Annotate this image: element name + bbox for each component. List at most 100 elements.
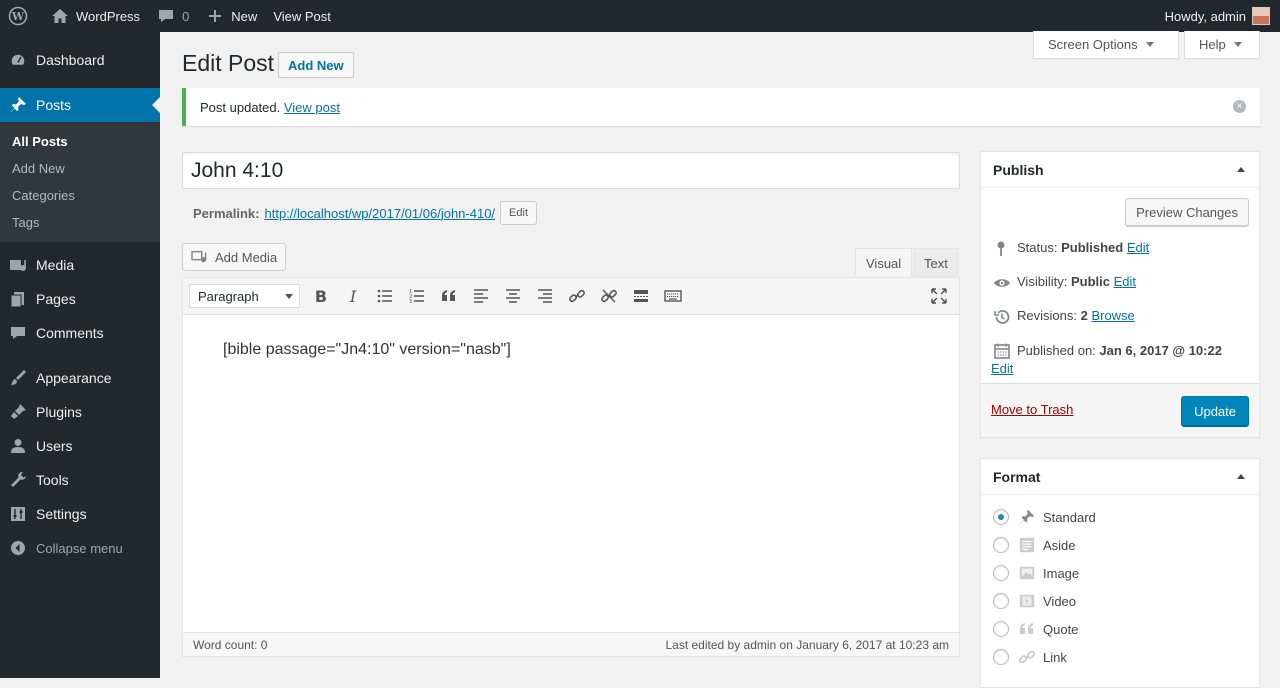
view-post-link[interactable]: View Post xyxy=(265,0,339,32)
screen-options-tab[interactable]: Screen Options xyxy=(1033,31,1179,59)
submenu-tags[interactable]: Tags xyxy=(0,209,160,236)
format-radio-standard[interactable] xyxy=(993,509,1009,525)
menu-pages[interactable]: Pages xyxy=(0,282,160,316)
image-icon xyxy=(1017,564,1037,582)
menu-settings[interactable]: Settings xyxy=(0,497,160,531)
preview-changes-button[interactable]: Preview Changes xyxy=(1125,198,1249,226)
add-media-button[interactable]: Add Media xyxy=(182,243,287,271)
menu-tools-label: Tools xyxy=(36,472,69,488)
read-more-button[interactable] xyxy=(625,281,657,311)
dismiss-icon[interactable]: × xyxy=(1233,100,1246,113)
publish-heading[interactable]: Publish xyxy=(981,152,1259,188)
my-account-menu[interactable]: Howdy, admin xyxy=(1157,0,1280,32)
menu-plugins[interactable]: Plugins xyxy=(0,395,160,429)
collapse-toggle-icon[interactable] xyxy=(1237,474,1245,479)
format-option-image[interactable]: Image xyxy=(993,564,1079,582)
calendar-icon xyxy=(994,343,1010,359)
posts-submenu: All Posts Add New Categories Tags xyxy=(0,122,160,242)
collapse-menu-button[interactable]: Collapse menu xyxy=(0,531,160,565)
format-option-link[interactable]: Link xyxy=(993,648,1067,666)
format-select[interactable]: Paragraph xyxy=(189,284,300,308)
site-name-menu[interactable]: WordPress xyxy=(42,0,148,32)
align-center-button[interactable] xyxy=(497,281,529,311)
move-to-trash-link[interactable]: Move to Trash xyxy=(991,402,1073,417)
users-icon xyxy=(11,439,25,453)
format-radio-image[interactable] xyxy=(993,565,1009,581)
align-right-icon xyxy=(538,289,552,303)
menu-comments[interactable]: Comments xyxy=(0,316,160,350)
menu-dashboard[interactable]: Dashboard xyxy=(0,32,160,88)
pushpin-icon xyxy=(1017,508,1037,526)
submenu-add-new[interactable]: Add New xyxy=(0,155,160,182)
menu-posts[interactable]: Posts xyxy=(0,88,160,122)
numbered-list-icon: 123 xyxy=(409,289,424,305)
menu-appearance[interactable]: Appearance xyxy=(0,361,160,395)
revisions-row: Revisions: 2 Browse xyxy=(981,308,1147,326)
remove-link-button[interactable] xyxy=(593,281,625,311)
format-option-standard[interactable]: Standard xyxy=(993,508,1096,526)
align-left-button[interactable] xyxy=(465,281,497,311)
format-option-video[interactable]: Video xyxy=(993,592,1076,610)
bullet-list-button[interactable] xyxy=(369,281,401,311)
format-heading[interactable]: Format xyxy=(981,459,1259,495)
submenu-categories[interactable]: Categories xyxy=(0,182,160,209)
tab-text[interactable]: Text xyxy=(913,248,959,277)
publish-box: Publish Preview Changes Status: Publishe… xyxy=(980,151,1260,438)
format-radio-video[interactable] xyxy=(993,593,1009,609)
visibility-label: Visibility: xyxy=(1017,274,1071,289)
menu-tools[interactable]: Tools xyxy=(0,463,160,497)
italic-button[interactable]: I xyxy=(337,281,369,311)
insert-link-button[interactable] xyxy=(561,281,593,311)
wp-logo-menu[interactable]: W xyxy=(0,0,42,32)
video-icon xyxy=(1017,592,1037,610)
format-radio-link[interactable] xyxy=(993,649,1009,665)
revisions-history-icon xyxy=(994,310,1010,324)
bold-button[interactable]: B xyxy=(305,281,337,311)
visibility-edit-link[interactable]: Edit xyxy=(1114,274,1136,289)
format-radio-quote[interactable] xyxy=(993,621,1009,637)
bullet-list-icon xyxy=(377,289,392,303)
format-radio-aside[interactable] xyxy=(993,537,1009,553)
published-on-value: Jan 6, 2017 @ 10:22 xyxy=(1099,343,1222,358)
format-option-quote[interactable]: Quote xyxy=(993,620,1078,638)
add-new-button[interactable]: Add New xyxy=(278,52,354,78)
pushpin-icon xyxy=(10,97,26,113)
help-tab[interactable]: Help xyxy=(1184,31,1260,59)
format-heading-label: Format xyxy=(993,468,1041,485)
status-edit-link[interactable]: Edit xyxy=(1127,240,1149,255)
revisions-label: Revisions: xyxy=(1017,308,1081,323)
published-on-edit-link[interactable]: Edit xyxy=(991,361,1013,376)
menu-users[interactable]: Users xyxy=(0,429,160,463)
last-edited: Last edited by admin on January 6, 2017 … xyxy=(665,637,949,652)
toolbar-toggle-button[interactable] xyxy=(657,281,689,311)
tab-visual[interactable]: Visual xyxy=(855,248,913,277)
published-on-row: Published on: Jan 6, 2017 @ 10:22 xyxy=(981,342,1251,362)
post-editor: Paragraph B I 123 [bible passage="Jn4:10… xyxy=(182,277,960,657)
comments-menu[interactable]: 0 xyxy=(148,0,197,32)
format-option-aside[interactable]: Aside xyxy=(993,536,1076,554)
link-icon xyxy=(1017,648,1037,666)
updated-notice: Post updated. View post × xyxy=(182,88,1260,126)
collapse-toggle-icon[interactable] xyxy=(1237,167,1245,172)
permalink-edit-button[interactable]: Edit xyxy=(500,201,538,225)
numbered-list-button[interactable]: 123 xyxy=(401,281,433,311)
post-title-input[interactable] xyxy=(182,152,960,189)
editor-content[interactable]: [bible passage="Jn4:10" version="nasb"] xyxy=(183,315,959,385)
fullscreen-button[interactable] xyxy=(923,281,955,311)
permalink: Permalink: http://localhost/wp/2017/01/0… xyxy=(193,201,538,225)
menu-settings-label: Settings xyxy=(36,506,87,522)
notice-view-post-link[interactable]: View post xyxy=(284,100,340,115)
menu-media[interactable]: Media xyxy=(0,248,160,282)
format-select-value: Paragraph xyxy=(198,288,259,304)
view-post-label: View Post xyxy=(273,8,331,24)
align-right-button[interactable] xyxy=(529,281,561,311)
revisions-browse-link[interactable]: Browse xyxy=(1091,308,1134,323)
update-button[interactable]: Update xyxy=(1181,396,1249,426)
permalink-url[interactable]: http://localhost/wp/2017/01/06/john-410/ xyxy=(264,206,495,221)
blockquote-button[interactable] xyxy=(433,281,465,311)
status-row: Status: Published Edit xyxy=(981,240,1161,258)
menu-posts-label: Posts xyxy=(36,97,72,113)
eye-icon xyxy=(994,279,1010,287)
submenu-all-posts[interactable]: All Posts xyxy=(0,128,160,155)
new-content-menu[interactable]: New xyxy=(197,0,265,32)
